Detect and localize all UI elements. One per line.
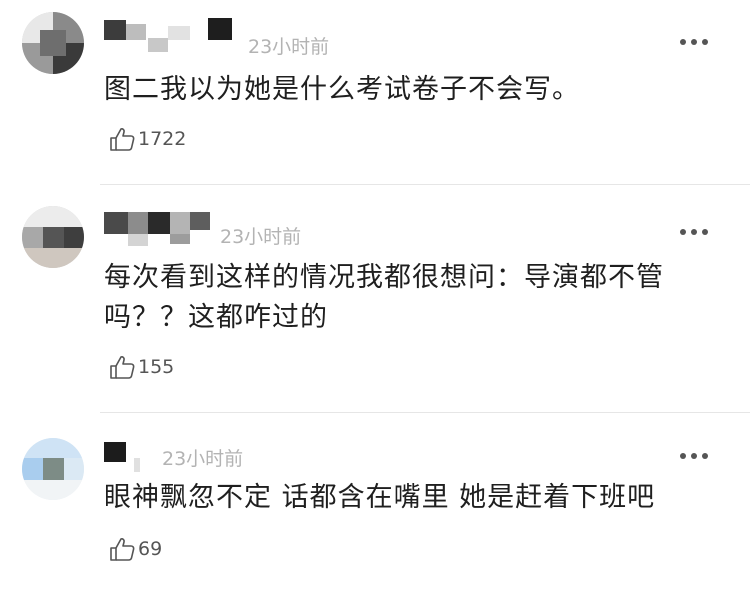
avatar[interactable] [22,438,84,500]
thumbs-up-icon [110,356,135,379]
comment-text: 每次看到这样的情况我都很想问：导演都不管吗？？这都咋过的 [104,262,664,333]
divider [100,184,750,185]
like-count: 155 [138,356,175,378]
comment-timestamp: 23小时前 [220,226,302,248]
thumbs-up-icon [110,538,135,561]
comment-text: 图二我以为她是什么考试卷子不会写。 [104,74,580,105]
divider [100,412,750,413]
more-options-icon[interactable] [680,452,708,460]
thumbs-up-icon [110,128,135,151]
like-count: 1722 [138,128,187,150]
comment-timestamp: 23小时前 [162,448,244,470]
more-options-icon[interactable] [680,228,708,236]
avatar[interactable] [22,12,84,74]
avatar[interactable] [22,206,84,268]
more-options-icon[interactable] [680,38,708,46]
like-button[interactable]: 155 [108,352,174,382]
like-count: 69 [138,538,163,560]
comment-timestamp: 23小时前 [248,36,330,58]
like-button[interactable]: 69 [108,534,162,564]
username-pixelated[interactable] [104,16,244,54]
comment-text: 眼神飘忽不定 话都含在嘴里 她是赶着下班吧 [104,482,656,513]
like-button[interactable]: 1722 [108,124,186,154]
